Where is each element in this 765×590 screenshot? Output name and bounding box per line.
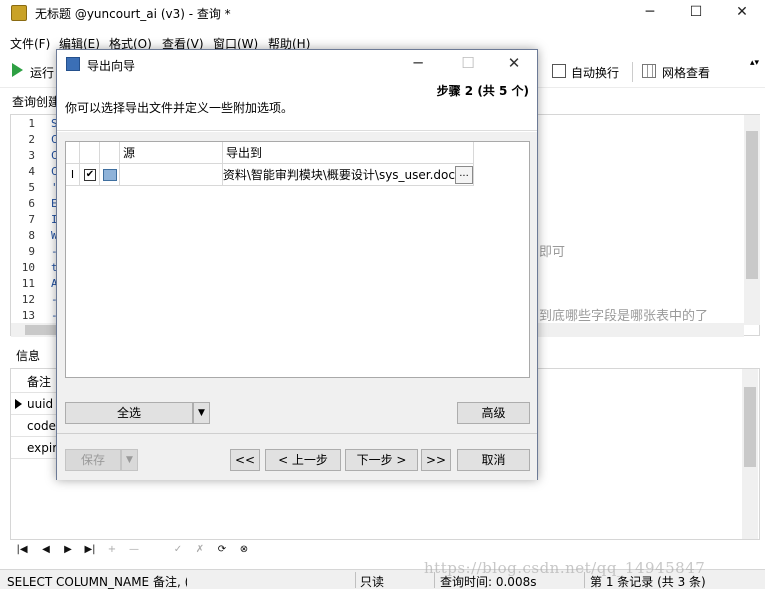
grid-header-source[interactable]: 源 [120,142,223,164]
grid-view-button[interactable]: 网格查看 [662,64,710,81]
grid-header-icon [100,142,120,164]
line-number: 1 [28,117,35,130]
scroll-thumb[interactable] [744,387,756,467]
select-all-button[interactable]: 全选 [65,402,193,424]
window-titlebar: 无标题 @yuncourt_ai (v3) - 查询 * ─ ☐ ✕ [0,0,765,26]
toolbar-divider [632,62,633,82]
run-button[interactable]: 运行 [30,64,54,81]
query-create-label[interactable]: 查询创建 [12,93,60,110]
export-wizard-icon [66,57,80,71]
toolbar-overflow-icon[interactable]: ▴▾ [750,58,759,68]
scroll-thumb[interactable] [746,131,758,279]
last-record-icon[interactable]: ▶| [82,542,98,558]
grid-corner [66,142,80,164]
window-title: 无标题 @yuncourt_ai (v3) - 查询 * [35,7,231,21]
select-all-dropdown-icon[interactable]: ▼ [193,402,210,424]
include-checkbox[interactable]: ✔ [84,169,96,181]
export-file-grid[interactable]: 源 导出到 I ✔ 资料\智能审判模块\概要设计\sys_user.doc ..… [65,141,530,378]
record-navigator: |◀ ◀ ▶ ▶| + — ✓ ✗ ⟳ ⊗ [10,542,310,560]
editor-vertical-scrollbar[interactable] [744,115,760,325]
line-number: 5 [28,181,35,194]
status-divider [355,572,356,588]
source-cell[interactable] [120,164,223,186]
grid-header-target[interactable]: 导出到 [223,142,474,164]
first-step-button[interactable]: << [230,449,260,471]
auto-wrap-button[interactable]: 自动换行 [571,64,619,81]
discard-icon[interactable]: ✗ [192,542,208,558]
line-number: 10 [21,261,35,274]
tab-info-label: 信息 [16,349,41,363]
close-button[interactable]: ✕ [719,0,765,26]
table-icon [103,169,117,181]
advanced-button[interactable]: 高级 [457,402,530,424]
dialog-titlebar: 导出向导 ─ ☐ ✕ [57,50,537,78]
cancel-button[interactable]: 取消 [457,449,530,471]
line-number: 2 [28,133,35,146]
grid-header-check [80,142,100,164]
dialog-minimize-button[interactable]: ─ [403,54,433,74]
dialog-description: 你可以选择导出文件并定义一些附加选项。 [65,101,294,115]
line-number: 13 [21,309,35,322]
code-comment-fragment: 即可 [539,245,566,260]
menu-file[interactable]: 文件(F) [10,35,50,52]
line-number: 6 [28,197,35,210]
minimize-button[interactable]: ─ [627,0,673,26]
previous-step-button[interactable]: < 上一步 [265,449,341,471]
line-number: 3 [28,149,35,162]
dialog-header: 步骤 2 (共 5 个) 你可以选择导出文件并定义一些附加选项。 [57,78,537,131]
export-wizard-dialog: 导出向导 ─ ☐ ✕ 步骤 2 (共 5 个) 你可以选择导出文件并定义一些附加… [56,49,538,480]
line-number: 12 [21,293,35,306]
status-sql: SELECT COLUMN_NAME 备注, ( [7,575,187,589]
row-cursor-icon: I [66,164,80,186]
dialog-title: 导出向导 [87,59,136,73]
app-icon [11,5,27,21]
code-comment-fragment: 到底哪些字段是哪张表中的了 [539,309,709,324]
save-dropdown-icon: ▼ [121,449,138,471]
last-step-button[interactable]: >> [421,449,451,471]
grid-icon [642,64,656,78]
dialog-divider [57,433,537,434]
browse-button[interactable]: ... [455,166,473,184]
apply-icon[interactable]: ✓ [170,542,186,558]
dialog-close-button[interactable]: ✕ [499,54,529,74]
line-number: 7 [28,213,35,226]
refresh-icon[interactable]: ⟳ [214,542,230,558]
line-number: 9 [28,245,35,258]
first-record-icon[interactable]: |◀ [14,542,30,558]
maximize-button[interactable]: ☐ [673,0,719,26]
line-number: 8 [28,229,35,242]
stop-icon[interactable]: ⊗ [236,542,252,558]
save-button: 保存 [65,449,121,471]
result-vertical-scrollbar[interactable] [742,369,758,539]
line-number: 4 [28,165,35,178]
add-record-icon[interactable]: + [104,542,120,558]
next-record-icon[interactable]: ▶ [60,542,76,558]
prev-record-icon[interactable]: ◀ [38,542,54,558]
export-path-input[interactable]: 资料\智能审判模块\概要设计\sys_user.doc [223,164,455,186]
dialog-body: 源 导出到 I ✔ 资料\智能审判模块\概要设计\sys_user.doc ..… [57,132,537,480]
delete-record-icon[interactable]: — [126,542,142,558]
step-indicator: 步骤 2 (共 5 个) [436,84,529,98]
watermark: https://blog.csdn.net/qq_14945847 [424,559,706,577]
next-step-button[interactable]: 下一步 > [345,449,418,471]
status-mode: 只读 [360,575,385,589]
dialog-maximize-button: ☐ [461,54,475,72]
run-icon [12,63,23,77]
line-number: 11 [21,277,35,290]
wrap-icon [552,64,566,78]
